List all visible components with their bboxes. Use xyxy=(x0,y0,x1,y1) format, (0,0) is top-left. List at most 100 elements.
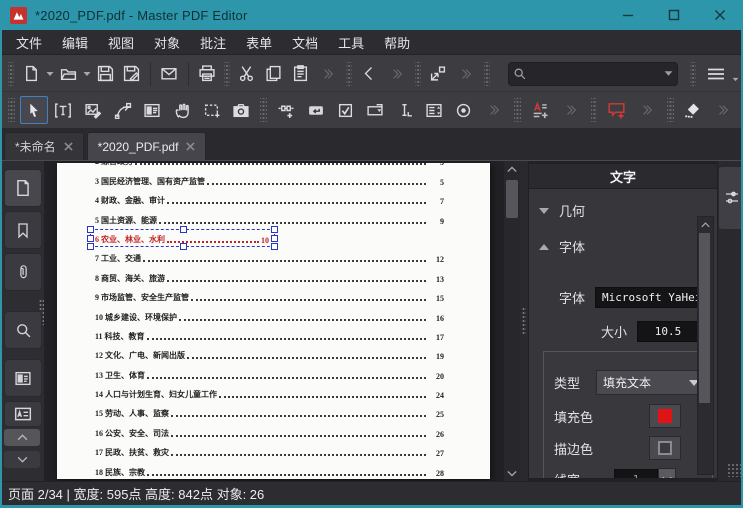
save-button[interactable] xyxy=(93,60,118,88)
radio-button-tool-button[interactable] xyxy=(450,96,478,124)
edit-image-tool-button[interactable] xyxy=(79,96,107,124)
toolbar-grip[interactable] xyxy=(346,61,353,86)
tab-close-icon[interactable] xyxy=(63,142,73,151)
sidebar-scroll-up-button[interactable] xyxy=(4,429,40,446)
toolbar-grip[interactable] xyxy=(415,61,422,86)
toolbar-grip[interactable] xyxy=(484,61,491,86)
add-comment-tool-button[interactable] xyxy=(602,96,630,124)
toc-row[interactable]: 9 市场监管、安全生产监管 15 xyxy=(57,288,490,307)
text-field-tool-button[interactable] xyxy=(391,96,419,124)
selection-handle[interactable] xyxy=(87,234,94,242)
menu-item[interactable]: 视图 xyxy=(98,30,144,55)
pdf-page[interactable]: 2 综合政务33 国民经济管理、国有资产监管54 财政、金融、审计75 国土资源… xyxy=(57,163,490,479)
fill-color-button[interactable] xyxy=(649,404,682,428)
menu-button[interactable] xyxy=(701,60,731,88)
toolbar-grip[interactable] xyxy=(260,98,268,122)
select-tool-button[interactable] xyxy=(19,96,48,124)
toolbar-grip[interactable] xyxy=(690,61,697,86)
toc-row[interactable]: 14 人口与计划生育、妇女儿童工作 24 xyxy=(57,385,490,404)
menu-item[interactable]: 对象 xyxy=(144,30,190,55)
selection-handle[interactable] xyxy=(271,234,278,242)
type-dropdown[interactable]: 填充文本 xyxy=(596,370,707,395)
font-size-input[interactable] xyxy=(637,321,700,342)
pages-panel-button[interactable] xyxy=(4,169,42,207)
panel-scroll-up-icon[interactable] xyxy=(698,217,713,233)
toc-row[interactable]: 15 劳动、人事、监察 25 xyxy=(57,404,490,423)
combobox-tool-button[interactable] xyxy=(361,96,389,124)
toc-row[interactable]: 16 公安、安全、司法 26 xyxy=(57,423,490,442)
toc-row[interactable]: 3 国民经济管理、国有资产监管 5 xyxy=(57,171,490,190)
document-view[interactable]: 2 综合政务33 国民经济管理、国有资产监管54 财政、金融、审计75 国土资源… xyxy=(45,161,520,481)
menu-item[interactable]: 工具 xyxy=(328,30,374,55)
stroke-color-button[interactable] xyxy=(649,436,682,460)
panel-scrollbar[interactable] xyxy=(697,216,714,475)
attachments-panel-button[interactable] xyxy=(4,253,42,291)
maximize-button[interactable] xyxy=(651,0,697,30)
edit-text-tool-button[interactable] xyxy=(50,96,78,124)
toolbar-grip[interactable] xyxy=(590,98,598,122)
toolbar-grip[interactable] xyxy=(666,98,674,122)
menu-item[interactable]: 编辑 xyxy=(52,30,98,55)
link-tool-button[interactable] xyxy=(272,96,300,124)
push-button-tool-button[interactable] xyxy=(302,96,330,124)
font-section-header[interactable]: 字体 xyxy=(539,237,585,256)
search-panel-button[interactable] xyxy=(4,311,42,349)
panel-splitter[interactable] xyxy=(520,161,528,481)
toc-row[interactable]: 2 综合政务3 xyxy=(57,163,490,171)
snapshot-tool-button[interactable] xyxy=(228,96,256,124)
signatures-panel-button[interactable] xyxy=(4,401,42,427)
font-name-input[interactable] xyxy=(595,287,714,308)
list-box-tool-button[interactable] xyxy=(420,96,448,124)
hand-tool-button[interactable] xyxy=(168,96,196,124)
toolbar-grip[interactable] xyxy=(8,61,15,86)
print-button[interactable] xyxy=(194,60,219,88)
tab-close-icon[interactable] xyxy=(186,142,196,151)
toc-row[interactable]: 10 城乡建设、环境保护 16 xyxy=(57,307,490,326)
open-file-button[interactable] xyxy=(56,60,81,88)
document-scrollbar[interactable] xyxy=(503,161,520,481)
menu-item[interactable]: 文件 xyxy=(6,30,52,55)
open-file-dropdown-icon[interactable] xyxy=(82,60,92,88)
menu-item[interactable]: 批注 xyxy=(190,30,236,55)
back-button[interactable] xyxy=(357,60,382,88)
panel-scrollbar-thumb[interactable] xyxy=(699,233,710,403)
cut-button[interactable] xyxy=(235,60,260,88)
copy-button[interactable] xyxy=(262,60,287,88)
menu-item[interactable]: 帮助 xyxy=(374,30,420,55)
menu-dropdown-icon[interactable] xyxy=(732,66,739,94)
edit-path-tool-button[interactable] xyxy=(109,96,137,124)
toc-row[interactable]: 6 农业、林业、水利 10 xyxy=(57,225,490,250)
toc-row[interactable]: 11 科技、教育 17 xyxy=(57,327,490,346)
toc-row[interactable]: 5 国土资源、能源 9 xyxy=(57,210,490,229)
save-as-button[interactable] xyxy=(120,60,145,88)
forms-panel-button[interactable] xyxy=(4,359,42,397)
paste-button[interactable] xyxy=(288,60,313,88)
toc-row[interactable]: 7 工业、交通 12 xyxy=(57,249,490,268)
toc-row[interactable]: 12 文化、广电、新闻出版 19 xyxy=(57,346,490,365)
toc-row[interactable]: 8 商贸、海关、旅游 13 xyxy=(57,268,490,287)
tab-untitled[interactable]: *未命名 xyxy=(4,132,84,160)
new-document-button[interactable] xyxy=(19,60,44,88)
new-document-dropdown-icon[interactable] xyxy=(45,60,55,88)
search-input[interactable] xyxy=(527,66,665,81)
toc-row[interactable]: 13 卫生、体育 20 xyxy=(57,365,490,384)
line-width-dropdown-button[interactable] xyxy=(658,468,677,478)
splitter-grip[interactable] xyxy=(522,307,526,335)
search-dropdown-icon[interactable] xyxy=(664,70,673,77)
select-area-tool-button[interactable] xyxy=(198,96,226,124)
scrollbar-thumb[interactable] xyxy=(506,180,518,218)
line-width-value[interactable]: 1 xyxy=(614,468,659,478)
zoom-to-selection-button[interactable] xyxy=(426,60,451,88)
form-tool-button[interactable] xyxy=(139,96,167,124)
close-button[interactable] xyxy=(697,0,741,30)
scroll-down-icon[interactable] xyxy=(504,465,520,481)
email-button[interactable] xyxy=(157,60,182,88)
window-resize-grip[interactable] xyxy=(727,463,741,477)
toolbar-grip[interactable] xyxy=(224,61,231,86)
tab-2020-pdf[interactable]: *2020_PDF.pdf xyxy=(86,132,207,160)
toc-row[interactable]: 17 民政、扶贫、救灾 27 xyxy=(57,443,490,462)
checkbox-tool-button[interactable] xyxy=(331,96,359,124)
sidebar-scroll-down-button[interactable] xyxy=(4,451,40,468)
toc-row[interactable]: 18 民族、宗教 28 xyxy=(57,462,490,479)
scroll-up-icon[interactable] xyxy=(504,161,520,177)
